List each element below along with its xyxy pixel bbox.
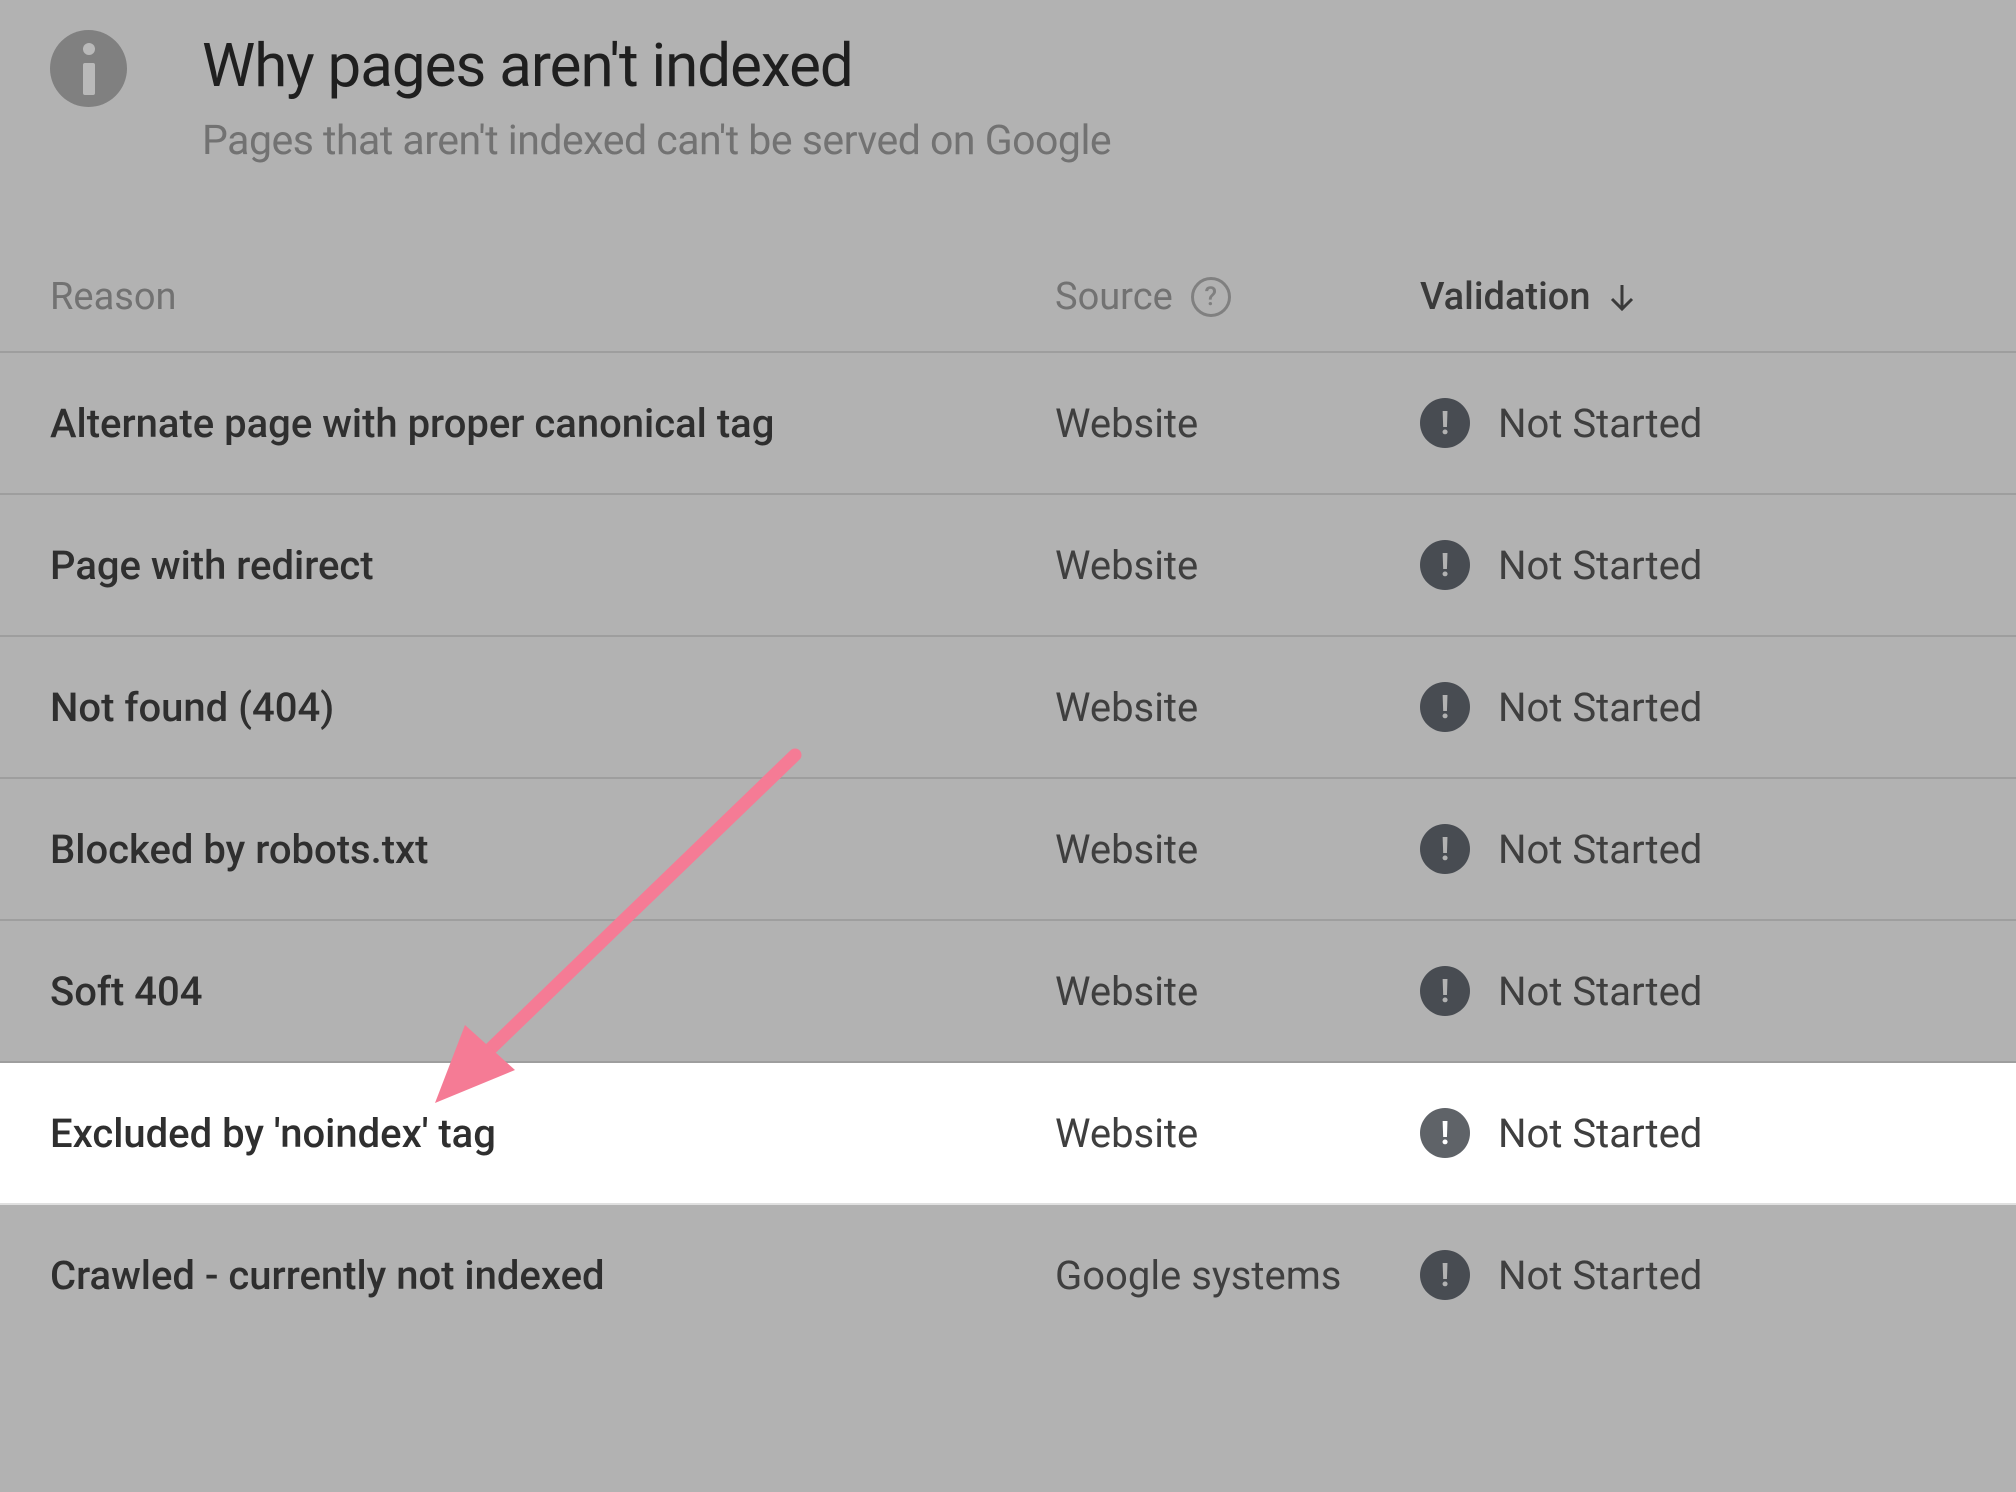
- table-header-row: Reason Source ? Validation: [0, 255, 2016, 353]
- cell-source: Website: [1055, 968, 1420, 1015]
- cell-source: Website: [1055, 684, 1420, 731]
- exclamation-icon: !: [1420, 398, 1470, 448]
- cell-validation: ! Not Started: [1420, 1108, 1966, 1158]
- cell-validation: ! Not Started: [1420, 1250, 1966, 1300]
- column-header-source-label: Source: [1055, 275, 1173, 319]
- page-header: Why pages aren't indexed Pages that aren…: [0, 0, 2016, 255]
- table-row[interactable]: Page with redirectWebsite! Not Started: [0, 495, 2016, 637]
- column-header-source[interactable]: Source ?: [1055, 275, 1420, 319]
- table-row[interactable]: Blocked by robots.txtWebsite! Not Started: [0, 779, 2016, 921]
- cell-reason: Alternate page with proper canonical tag: [50, 400, 1055, 447]
- validation-status: Not Started: [1498, 684, 1702, 731]
- validation-status: Not Started: [1498, 1252, 1702, 1299]
- cell-source: Google systems: [1055, 1252, 1420, 1299]
- validation-status: Not Started: [1498, 826, 1702, 873]
- validation-status: Not Started: [1498, 1110, 1702, 1157]
- exclamation-icon: !: [1420, 966, 1470, 1016]
- table-row[interactable]: Not found (404)Website! Not Started: [0, 637, 2016, 779]
- cell-reason: Blocked by robots.txt: [50, 826, 1055, 873]
- table-row[interactable]: Alternate page with proper canonical tag…: [0, 353, 2016, 495]
- cell-validation: ! Not Started: [1420, 540, 1966, 590]
- cell-validation: ! Not Started: [1420, 682, 1966, 732]
- column-header-reason[interactable]: Reason: [50, 275, 1055, 319]
- cell-reason: Soft 404: [50, 968, 1055, 1015]
- table-row[interactable]: Excluded by 'noindex' tagWebsite! Not Sta…: [0, 1063, 2016, 1205]
- exclamation-icon: !: [1420, 824, 1470, 874]
- exclamation-icon: !: [1420, 1250, 1470, 1300]
- cell-reason: Page with redirect: [50, 542, 1055, 589]
- table-row[interactable]: Soft 404Website! Not Started: [0, 921, 2016, 1063]
- cell-source: Website: [1055, 542, 1420, 589]
- validation-status: Not Started: [1498, 400, 1702, 447]
- cell-source: Website: [1055, 826, 1420, 873]
- cell-reason: Crawled - currently not indexed: [50, 1252, 1055, 1299]
- cell-validation: ! Not Started: [1420, 966, 1966, 1016]
- exclamation-icon: !: [1420, 1108, 1470, 1158]
- cell-reason: Not found (404): [50, 684, 1055, 731]
- cell-validation: ! Not Started: [1420, 824, 1966, 874]
- validation-status: Not Started: [1498, 968, 1702, 1015]
- cell-source: Website: [1055, 400, 1420, 447]
- column-header-validation[interactable]: Validation: [1420, 275, 1966, 319]
- exclamation-icon: !: [1420, 682, 1470, 732]
- exclamation-icon: !: [1420, 540, 1470, 590]
- cell-source: Website: [1055, 1110, 1420, 1157]
- column-header-validation-label: Validation: [1420, 275, 1590, 319]
- validation-status: Not Started: [1498, 542, 1702, 589]
- sort-descending-icon: [1606, 281, 1638, 313]
- help-icon[interactable]: ?: [1191, 277, 1231, 317]
- info-icon: [50, 30, 127, 107]
- page-title: Why pages aren't indexed: [202, 30, 1966, 101]
- table-row[interactable]: Crawled - currently not indexedGoogle sy…: [0, 1205, 2016, 1345]
- table-body: Alternate page with proper canonical tag…: [0, 353, 2016, 1345]
- header-text-block: Why pages aren't indexed Pages that aren…: [202, 30, 1966, 165]
- cell-validation: ! Not Started: [1420, 398, 1966, 448]
- page-subtitle: Pages that aren't indexed can't be serve…: [202, 117, 1966, 165]
- cell-reason: Excluded by 'noindex' tag: [50, 1110, 1055, 1157]
